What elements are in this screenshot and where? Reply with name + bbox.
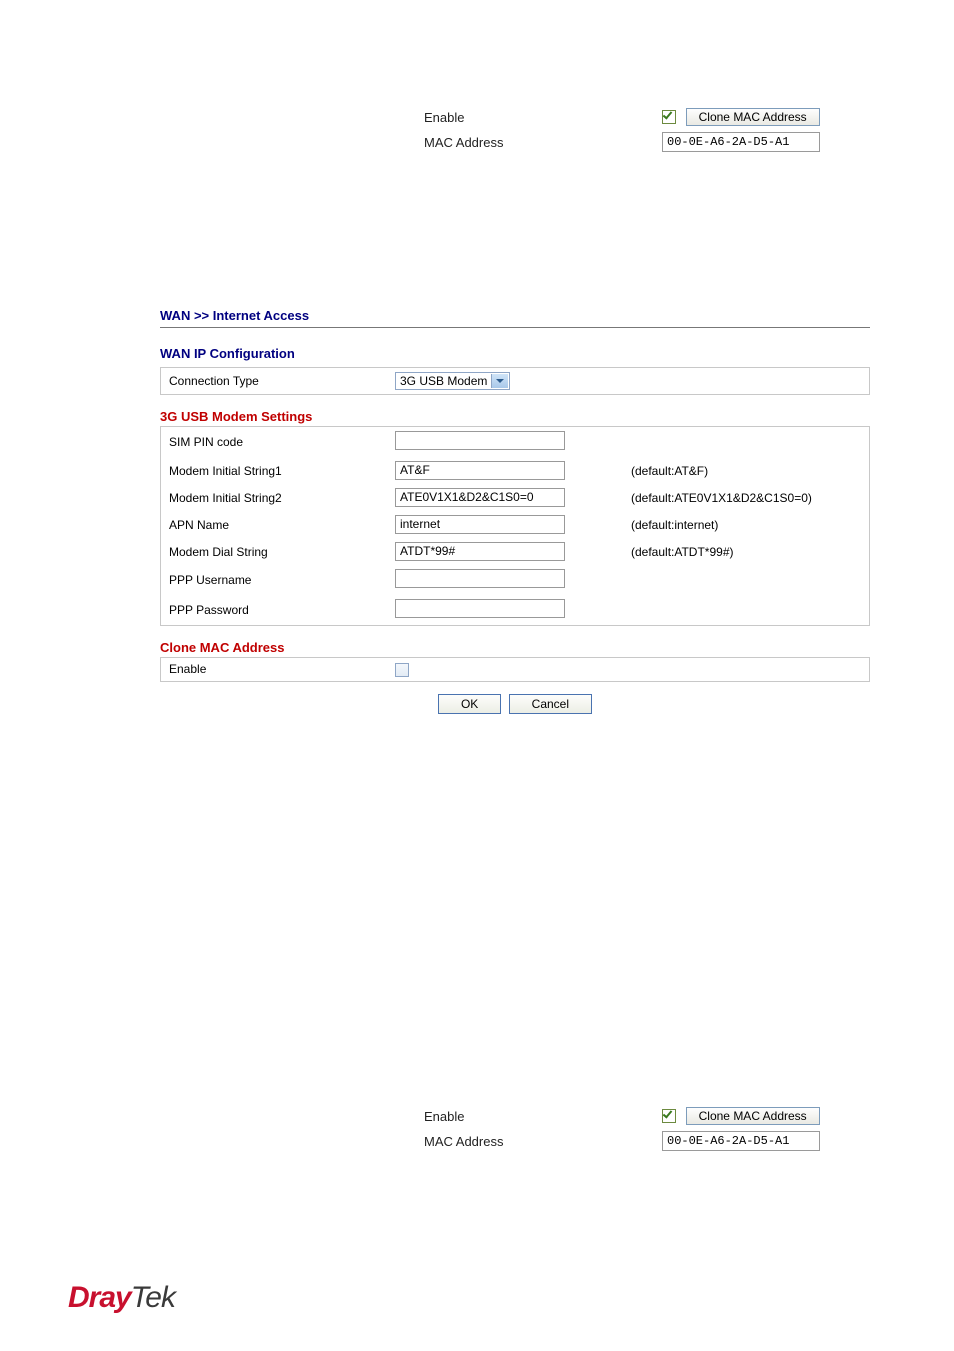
dial-default: (default:ATDT*99#) [623,538,870,565]
dial-label: Modem Dial String [161,538,388,565]
clone-mac-snippet-top: Enable Clone MAC Address MAC Address 00-… [420,105,886,155]
cancel-button[interactable]: Cancel [509,694,592,714]
mac-address-label: MAC Address [420,129,658,155]
connection-type-table: Connection Type 3G USB Modem [160,367,870,395]
clone-mac-table: Enable [160,657,870,682]
mac-address-label: MAC Address [420,1128,658,1154]
admin-panel: WAN >> Internet Access WAN IP Configurat… [160,308,870,714]
mis1-default: (default:AT&F) [623,457,870,484]
apn-input[interactable]: internet [395,515,565,534]
clone-mac-button[interactable]: Clone MAC Address [686,1107,820,1125]
enable-checkbox[interactable] [662,1109,676,1123]
sim-pin-default [623,427,870,458]
ppp-pass-default [623,595,870,626]
modem-settings-table: SIM PIN code Modem Initial String1 AT&F … [160,426,870,626]
enable-label: Enable [420,1104,658,1128]
ppp-user-label: PPP Username [161,565,388,595]
brand-light: Tek [131,1281,175,1314]
clone-mac-button[interactable]: Clone MAC Address [686,108,820,126]
ppp-user-default [623,565,870,595]
mac-address-input[interactable]: 00-0E-A6-2A-D5-A1 [662,1131,820,1151]
wan-ip-config-title: WAN IP Configuration [160,346,870,361]
ok-button[interactable]: OK [438,694,501,714]
brand-logo: DrayTek [68,1281,175,1315]
brand-bold: Dray [68,1281,131,1314]
connection-type-label: Connection Type [161,368,388,395]
modem-settings-title: 3G USB Modem Settings [160,409,870,424]
clone-mac-title: Clone MAC Address [160,640,870,655]
ppp-pass-input[interactable] [395,599,565,618]
button-bar: OK Cancel [160,694,870,714]
apn-label: APN Name [161,511,388,538]
mis1-label: Modem Initial String1 [161,457,388,484]
clone-enable-label: Enable [161,658,388,682]
ppp-user-input[interactable] [395,569,565,588]
mis1-input[interactable]: AT&F [395,461,565,480]
clone-enable-checkbox[interactable] [395,663,409,677]
sim-pin-input[interactable] [395,431,565,450]
connection-type-select[interactable]: 3G USB Modem [395,372,510,390]
enable-label: Enable [420,105,658,129]
mac-address-input[interactable]: 00-0E-A6-2A-D5-A1 [662,132,820,152]
dial-input[interactable]: ATDT*99# [395,542,565,561]
mis2-label: Modem Initial String2 [161,484,388,511]
enable-checkbox[interactable] [662,110,676,124]
mis2-default: (default:ATE0V1X1&D2&C1S0=0) [623,484,870,511]
breadcrumb: WAN >> Internet Access [160,308,870,328]
sim-pin-label: SIM PIN code [161,427,388,458]
ppp-pass-label: PPP Password [161,595,388,626]
clone-mac-snippet-bottom: Enable Clone MAC Address MAC Address 00-… [420,1104,886,1154]
apn-default: (default:internet) [623,511,870,538]
mis2-input[interactable]: ATE0V1X1&D2&C1S0=0 [395,488,565,507]
